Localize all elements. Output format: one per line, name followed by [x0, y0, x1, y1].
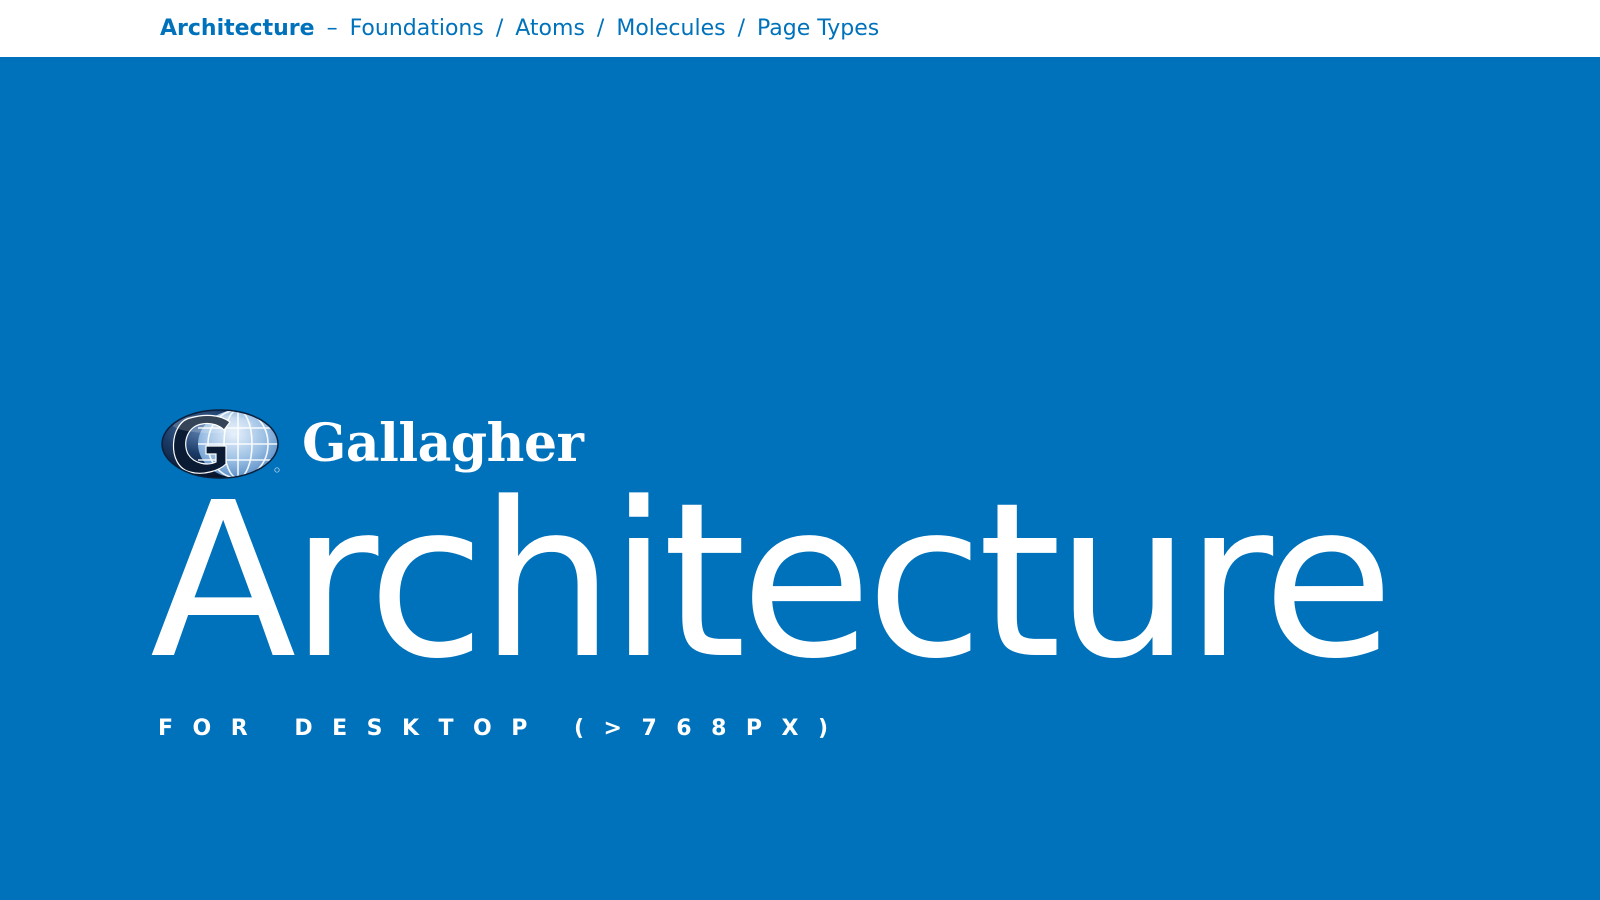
- breadcrumb-item-foundations[interactable]: Foundations: [350, 16, 484, 41]
- breadcrumb-separator: /: [596, 16, 605, 41]
- page-title: Architecture: [150, 457, 1394, 706]
- top-bar: Architecture – Foundations / Atoms / Mol…: [0, 0, 1600, 56]
- breadcrumb-item-page-types[interactable]: Page Types: [757, 16, 879, 41]
- breadcrumb: Architecture – Foundations / Atoms / Mol…: [160, 15, 879, 43]
- breadcrumb-item-molecules[interactable]: Molecules: [616, 16, 725, 41]
- breadcrumb-root[interactable]: Architecture: [160, 16, 315, 41]
- breadcrumb-dash: –: [326, 16, 338, 41]
- page-subtitle: FOR DESKTOP (>768PX): [158, 716, 848, 741]
- breadcrumb-separator: /: [737, 16, 746, 41]
- breadcrumb-item-atoms[interactable]: Atoms: [515, 16, 585, 41]
- breadcrumb-separator: /: [495, 16, 504, 41]
